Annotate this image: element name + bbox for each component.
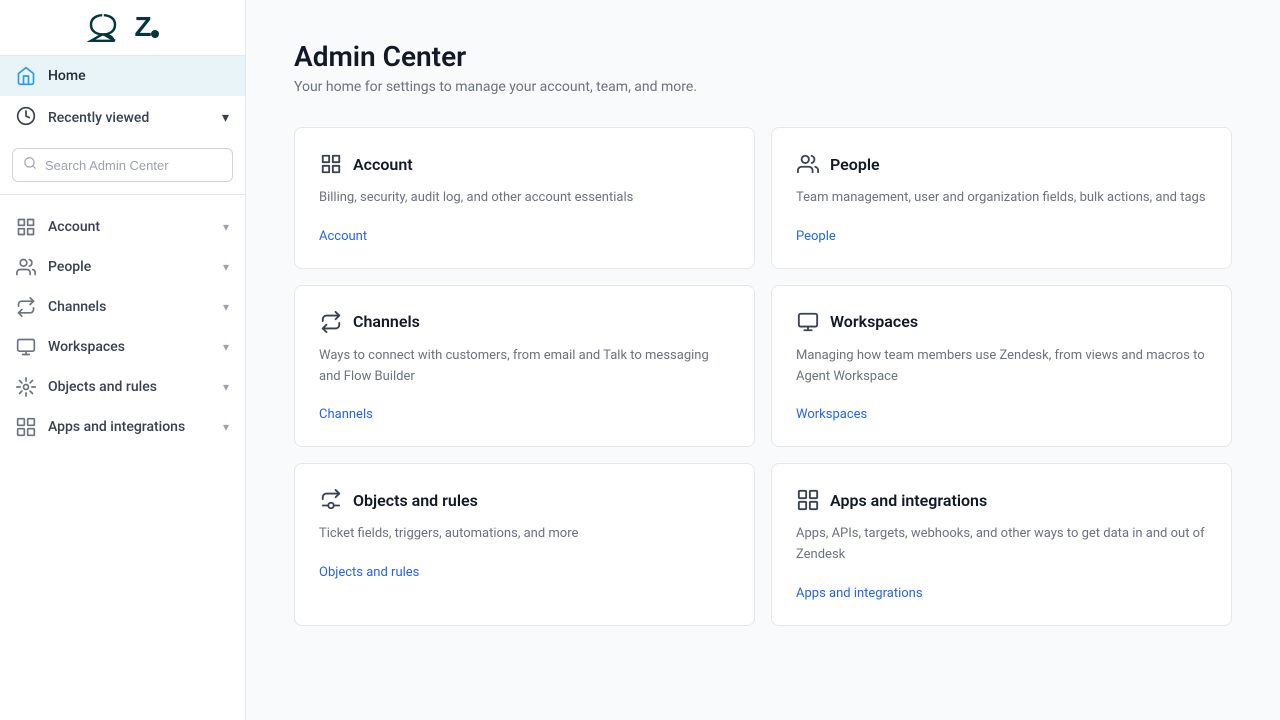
apps-integrations-chevron-icon: ▾ [223,420,229,434]
card-people-title: People [830,155,880,174]
card-channels-header: Channels [319,310,730,334]
recently-viewed-label: Recently viewed [48,110,210,126]
card-account-link[interactable]: Account [319,229,367,244]
sidebar-item-channels[interactable]: Channels ▾ [0,287,245,327]
card-account-description: Billing, security, audit log, and other … [319,188,730,209]
card-people-link[interactable]: People [796,229,836,244]
card-channels: Channels Ways to connect with customers,… [294,285,755,448]
card-channels-icon [319,310,343,334]
card-objects-rules: Objects and rules Ticket fields, trigger… [294,463,755,626]
clock-icon [16,106,36,130]
search-input[interactable] [45,158,222,173]
channels-chevron-icon: ▾ [223,300,229,314]
account-icon [16,217,36,237]
sidebar-item-objects-and-rules[interactable]: Objects and rules ▾ [0,367,245,407]
people-chevron-icon: ▾ [223,260,229,274]
sidebar: Z Home Recently viewed ▾ [0,0,246,720]
sidebar-item-account-label: Account [48,219,211,235]
card-apps-integrations-card-icon [796,488,820,512]
card-workspaces-header: Workspaces [796,310,1207,334]
card-account-header: Account [319,152,730,176]
channels-icon [16,297,36,317]
card-workspaces-title: Workspaces [830,312,918,331]
home-icon [16,66,36,86]
sidebar-item-recently-viewed[interactable]: Recently viewed ▾ [0,96,245,140]
sidebar-item-people-label: People [48,259,211,275]
sidebar-item-account[interactable]: Account ▾ [0,207,245,247]
card-apps-integrations-link[interactable]: Apps and integrations [796,586,923,601]
card-objects-rules-title: Objects and rules [353,491,478,510]
card-apps-integrations-title: Apps and integrations [830,491,987,510]
card-people: People Team management, user and organiz… [771,127,1232,269]
card-apps-integrations: Apps and integrations Apps, APIs, target… [771,463,1232,626]
sidebar-item-workspaces-label: Workspaces [48,339,211,355]
main-content: Admin Center Your home for settings to m… [246,0,1280,720]
card-channels-title: Channels [353,312,420,331]
card-account: Account Billing, security, audit log, an… [294,127,755,269]
sidebar-item-workspaces[interactable]: Workspaces ▾ [0,327,245,367]
card-objects-rules-header: Objects and rules [319,488,730,512]
svg-text:Z: Z [134,12,151,42]
card-account-icon [319,152,343,176]
cards-grid: Account Billing, security, audit log, an… [294,127,1232,626]
card-people-icon [796,152,820,176]
people-icon [16,257,36,277]
card-apps-integrations-description: Apps, APIs, targets, webhooks, and other… [796,524,1207,566]
sidebar-item-apps-integrations[interactable]: Apps and integrations ▾ [0,407,245,447]
sidebar-item-home[interactable]: Home [0,56,245,96]
zendesk-wordmark-icon: Z [123,12,163,44]
card-people-header: People [796,152,1207,176]
card-channels-link[interactable]: Channels [319,407,373,422]
apps-integrations-icon [16,417,36,437]
objects-rules-icon [16,377,36,397]
sidebar-item-objects-rules-label: Objects and rules [48,379,211,395]
sidebar-logo: Z [0,0,245,56]
recently-viewed-chevron-icon: ▾ [222,110,229,126]
card-workspaces-link[interactable]: Workspaces [796,407,867,422]
card-workspaces-description: Managing how team members use Zendesk, f… [796,346,1207,388]
card-workspaces: Workspaces Managing how team members use… [771,285,1232,448]
objects-rules-chevron-icon: ▾ [223,380,229,394]
sidebar-item-channels-label: Channels [48,299,211,315]
sidebar-item-home-label: Home [48,68,229,84]
workspaces-icon [16,337,36,357]
card-people-description: Team management, user and organization f… [796,188,1207,209]
zendesk-logo-icon [83,12,123,44]
card-channels-description: Ways to connect with customers, from ema… [319,346,730,388]
page-title: Admin Center [294,40,1232,73]
account-chevron-icon: ▾ [223,220,229,234]
page-subtitle: Your home for settings to manage your ac… [294,79,1232,95]
card-account-title: Account [353,155,413,174]
sidebar-item-people[interactable]: People ▾ [0,247,245,287]
card-objects-rules-card-icon [319,488,343,512]
card-objects-rules-description: Ticket fields, triggers, automations, an… [319,524,730,545]
workspaces-chevron-icon: ▾ [223,340,229,354]
card-workspaces-icon [796,310,820,334]
card-apps-integrations-header: Apps and integrations [796,488,1207,512]
card-objects-rules-link[interactable]: Objects and rules [319,565,419,580]
sidebar-item-apps-integrations-label: Apps and integrations [48,419,211,435]
search-icon [23,156,37,174]
sidebar-divider [0,194,245,195]
sidebar-nav: Account ▾ People ▾ [0,199,245,720]
search-box[interactable] [12,148,233,182]
